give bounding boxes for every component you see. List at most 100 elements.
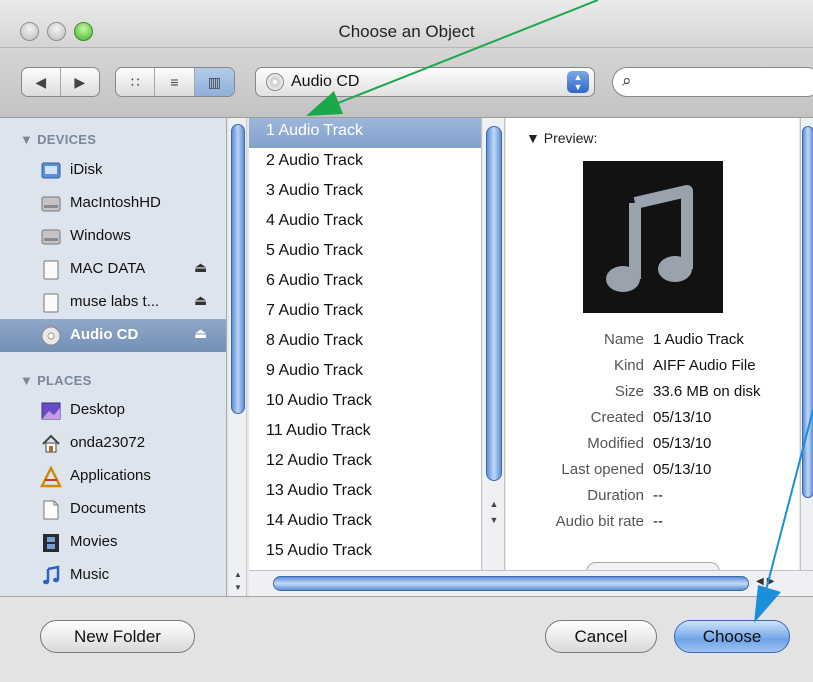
track-list-scroll-arrows-icon[interactable]: ▲ ▼: [483, 496, 505, 528]
track-list-scrollbar[interactable]: ▲ ▼: [483, 118, 505, 570]
list-view-icon: ≡: [170, 74, 179, 90]
track-row[interactable]: 14 Audio Track: [249, 508, 481, 538]
sidebar-item-music[interactable]: Music: [0, 559, 226, 592]
track-label: 15 Audio Track: [266, 542, 372, 559]
sidebar-item-home[interactable]: onda23072: [0, 427, 226, 460]
eject-icon[interactable]: ⏏: [194, 325, 207, 342]
sidebar-item-audio-cd[interactable]: Audio CD ⏏: [0, 319, 226, 352]
field-key: Audio bit rate: [555, 513, 644, 530]
sidebar-item-label: iDisk: [70, 161, 103, 178]
preview-field: Size 33.6 MB on disk: [506, 380, 799, 406]
field-key: Name: [603, 331, 644, 348]
track-label: 8 Audio Track: [266, 332, 363, 349]
preview-field: Last opened 05/13/10: [506, 458, 799, 484]
sidebar-item-label: Applications: [70, 467, 151, 484]
preview-field: Created 05/13/10: [506, 406, 799, 432]
track-row[interactable]: 4 Audio Track: [249, 208, 481, 238]
eject-icon[interactable]: ⏏: [194, 292, 207, 309]
new-folder-button[interactable]: New Folder: [40, 620, 195, 653]
list-view-button[interactable]: ≡: [155, 68, 195, 96]
sidebar-item-label: MAC DATA: [70, 260, 146, 277]
sidebar-item-mac-data[interactable]: MAC DATA ⏏: [0, 253, 226, 286]
sidebar-item-label: Desktop: [70, 401, 126, 418]
sidebar-scroll-arrows-icon[interactable]: ▲ ▼: [229, 568, 247, 594]
back-button[interactable]: ◀: [22, 68, 61, 96]
cancel-button[interactable]: Cancel: [545, 620, 657, 653]
popup-arrows-icon: ▲ ▼: [567, 71, 589, 93]
field-value: --: [653, 513, 663, 530]
track-row[interactable]: 15 Audio Track: [249, 538, 481, 568]
choose-button[interactable]: Choose: [674, 620, 790, 653]
track-label: 11 Audio Track: [266, 422, 371, 439]
column-browser-hscrollbar[interactable]: ◀▶: [249, 570, 813, 596]
sidebar-scrollbar[interactable]: ▲ ▼: [229, 118, 247, 596]
sidebar-item-documents[interactable]: Documents: [0, 493, 226, 526]
track-row[interactable]: 13 Audio Track: [249, 478, 481, 508]
sidebar-item-windows[interactable]: Windows: [0, 220, 226, 253]
preview-scrollbar[interactable]: [800, 118, 813, 570]
sidebar-item-label: Movies: [70, 533, 118, 550]
track-row[interactable]: 6 Audio Track: [249, 268, 481, 298]
forward-button[interactable]: ▶: [61, 68, 100, 96]
track-label: 4 Audio Track: [266, 212, 363, 229]
sidebar-item-idisk[interactable]: iDisk: [0, 154, 226, 187]
track-row[interactable]: 10 Audio Track: [249, 388, 481, 418]
track-row[interactable]: 7 Audio Track: [249, 298, 481, 328]
track-label: 13 Audio Track: [266, 482, 372, 499]
dialog-button-bar: New Folder Cancel Choose: [0, 596, 813, 682]
sidebar-item-applications[interactable]: Applications: [0, 460, 226, 493]
track-row[interactable]: 9 Audio Track: [249, 358, 481, 388]
sidebar-item-label: Windows: [70, 227, 131, 244]
sidebar-item-macintoshhd[interactable]: MacIntoshHD: [0, 187, 226, 220]
location-popup[interactable]: Audio CD ▲ ▼: [255, 67, 595, 97]
sidebar-item-desktop[interactable]: Desktop: [0, 394, 226, 427]
title-bar: Choose an Object: [0, 0, 813, 48]
track-label: 1 Audio Track: [266, 122, 363, 139]
sidebar-item-movies[interactable]: Movies: [0, 526, 226, 559]
field-key: Kind: [613, 357, 644, 374]
home-icon: [42, 434, 60, 453]
desktop-icon: [41, 402, 61, 420]
hscroll-arrows-icon[interactable]: ◀▶: [756, 576, 777, 587]
preview-field: Kind AIFF Audio File: [506, 354, 799, 380]
hard-drive-icon: [41, 229, 61, 245]
sidebar-item-muse-labs[interactable]: muse labs t... ⏏: [0, 286, 226, 319]
track-row[interactable]: 8 Audio Track: [249, 328, 481, 358]
track-row[interactable]: 11 Audio Track: [249, 418, 481, 448]
field-value: AIFF Audio File: [653, 357, 756, 374]
forward-arrow-icon: ▶: [74, 73, 86, 90]
track-row[interactable]: 12 Audio Track: [249, 448, 481, 478]
track-row[interactable]: 5 Audio Track: [249, 238, 481, 268]
toolbar: ◀ ▶ ∷ ≡ ▥ Audio CD ▲ ▼ ⌕: [0, 48, 813, 118]
album-art: [583, 161, 723, 313]
movies-icon: [43, 534, 59, 552]
preview-scroll-thumb[interactable]: [802, 126, 813, 498]
sidebar-item-label: muse labs t...: [70, 293, 160, 310]
hscroll-thumb[interactable]: [273, 576, 749, 591]
field-key: Modified: [587, 435, 644, 452]
eject-icon[interactable]: ⏏: [194, 259, 207, 276]
view-mode-control: ∷ ≡ ▥: [115, 67, 235, 97]
track-row[interactable]: 3 Audio Track: [249, 178, 481, 208]
sidebar-item-label: onda23072: [70, 434, 146, 451]
sidebar-item-label: Documents: [70, 500, 146, 517]
track-row[interactable]: 1 Audio Track: [249, 118, 481, 148]
track-list-scroll-thumb[interactable]: [486, 126, 502, 481]
field-value: --: [653, 487, 663, 504]
window-title: Choose an Object: [338, 22, 475, 41]
column-view-button[interactable]: ▥: [194, 68, 234, 96]
location-label: Audio CD: [291, 73, 360, 90]
idisk-icon: [41, 162, 61, 179]
field-key: Last opened: [561, 461, 644, 478]
track-row[interactable]: 2 Audio Track: [249, 148, 481, 178]
track-label: 5 Audio Track: [266, 242, 363, 259]
cd-icon: [266, 73, 284, 91]
field-value: 33.6 MB on disk: [653, 383, 761, 400]
search-field[interactable]: ⌕: [612, 67, 813, 97]
external-drive-icon: [43, 293, 59, 313]
icon-view-button[interactable]: ∷: [116, 68, 156, 96]
music-note-icon: [606, 185, 693, 292]
sidebar-scroll-thumb[interactable]: [231, 124, 245, 414]
applications-icon: [40, 466, 62, 488]
preview-field: Audio bit rate --: [506, 510, 799, 536]
